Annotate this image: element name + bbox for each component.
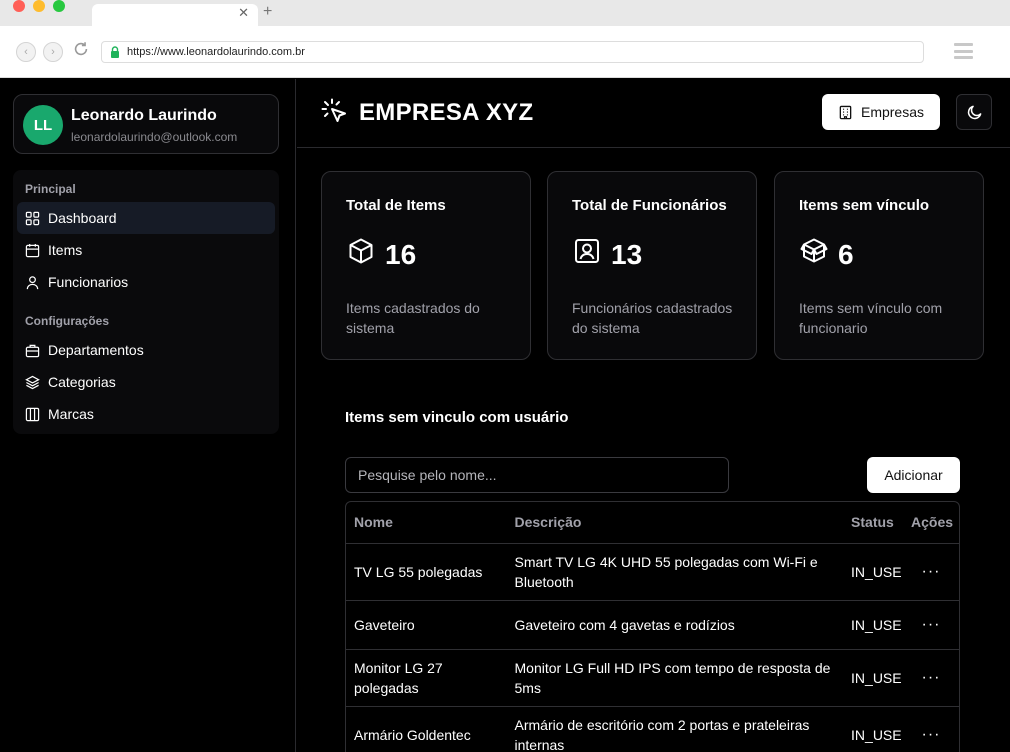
browser-menu-icon[interactable] <box>954 43 973 59</box>
empresas-button-label: Empresas <box>860 104 925 120</box>
box-icon <box>349 238 373 264</box>
table-row[interactable]: Monitor LG 27 polegadas Monitor LG Full … <box>346 649 959 707</box>
cell-name: Monitor LG 27 polegadas <box>346 649 507 707</box>
sidebar-item-label: Departamentos <box>48 342 144 358</box>
stat-card-total-items: Total de Items 16 Items cadastrados do s… <box>321 171 531 360</box>
cell-description: Monitor LG Full HD IPS com tempo de resp… <box>506 649 844 707</box>
cell-name: Gaveteiro <box>346 600 507 650</box>
sidebar-item-label: Funcionarios <box>48 274 129 290</box>
cell-description: Smart TV LG 4K UHD 55 polegadas com Wi-F… <box>506 543 844 601</box>
sidebar-item-departamentos[interactable]: Departamentos <box>17 334 275 366</box>
sidebar-item-marcas[interactable]: Marcas <box>17 398 275 430</box>
cell-status: IN_USE <box>843 543 904 601</box>
grid-icon <box>25 211 40 225</box>
close-window-button[interactable] <box>13 0 25 12</box>
cell-status: IN_USE <box>843 600 904 650</box>
user-profile-card[interactable]: LL Leonardo Laurindo leonardolaurindo@ou… <box>13 94 279 154</box>
calendar-icon <box>25 243 40 257</box>
cell-name: Armário Goldentec <box>346 706 507 752</box>
search-input[interactable] <box>345 457 729 493</box>
card-description: Items sem vínculo com funcionario <box>799 300 943 336</box>
row-actions-icon[interactable]: ··· <box>903 649 959 707</box>
profile-email: leonardolaurindo@outlook.com <box>71 130 238 144</box>
card-value: 13 <box>611 239 643 270</box>
brand-name: EMPRESA XYZ <box>359 99 534 126</box>
minimize-window-button[interactable] <box>33 0 45 12</box>
browser-toolbar: ‹ › https://www.leonardolaurindo.com.br <box>0 26 1010 78</box>
moon-icon <box>967 105 981 119</box>
cell-description: Gaveteiro com 4 gavetas e rodízios <box>506 600 844 650</box>
briefcase-icon <box>25 344 40 357</box>
layers-icon <box>25 375 40 389</box>
cursor-click-icon <box>321 98 346 122</box>
contact-icon <box>575 239 599 263</box>
new-tab-icon[interactable]: + <box>263 3 272 21</box>
lock-icon <box>111 46 119 58</box>
row-actions-icon[interactable]: ··· <box>903 600 959 650</box>
row-actions-icon[interactable]: ··· <box>903 706 959 752</box>
cell-description: Armário de escritório com 2 portas e pra… <box>506 706 844 752</box>
browser-tab-bar: ✕ + <box>0 0 1010 26</box>
stat-card-total-funcionarios: Total de Funcionários 13 Funcionários ca… <box>547 171 757 360</box>
profile-name: Leonardo Laurindo <box>71 107 217 124</box>
address-bar[interactable]: https://www.leonardolaurindo.com.br <box>101 41 924 63</box>
column-header-acoes: Ações <box>903 502 959 544</box>
empresas-button[interactable]: Empresas <box>822 94 940 130</box>
card-title: Total de Items <box>346 197 446 214</box>
table-row[interactable]: TV LG 55 polegadas Smart TV LG 4K UHD 55… <box>346 543 959 601</box>
top-header: EMPRESA XYZ Empresas <box>297 79 1010 148</box>
sidebar-nav: Principal Dashboard Items Funcionarios C… <box>13 170 279 434</box>
maximize-window-button[interactable] <box>53 0 65 12</box>
sidebar-item-label: Categorias <box>48 374 116 390</box>
nav-section-configuracoes: Configurações <box>25 314 110 328</box>
table-row[interactable]: Gaveteiro Gaveteiro com 4 gavetas e rodí… <box>346 600 959 650</box>
cell-status: IN_USE <box>843 649 904 707</box>
card-description: Funcionários cadastrados do sistema <box>572 300 733 336</box>
avatar: LL <box>23 105 63 145</box>
url-text: https://www.leonardolaurindo.com.br <box>127 46 305 58</box>
cell-name: TV LG 55 polegadas <box>346 543 507 601</box>
building-icon <box>839 105 852 119</box>
card-value: 6 <box>838 239 854 270</box>
theme-toggle-button[interactable] <box>956 94 992 130</box>
package-open-icon <box>800 238 828 263</box>
card-title: Items sem vínculo <box>799 197 930 214</box>
column-header-descricao[interactable]: Descrição <box>506 502 844 544</box>
row-actions-icon[interactable]: ··· <box>903 543 959 601</box>
table-row[interactable]: Armário Goldentec Armário de escritório … <box>346 706 959 752</box>
nav-section-principal: Principal <box>25 182 76 196</box>
cell-status: IN_USE <box>843 706 904 752</box>
items-table: Nome Descrição Status Ações TV LG 55 pol… <box>345 501 960 752</box>
back-button[interactable]: ‹ <box>16 42 36 62</box>
sidebar-item-label: Items <box>48 242 83 258</box>
tab-close-icon[interactable]: ✕ <box>238 5 249 21</box>
column-header-status[interactable]: Status <box>843 502 904 544</box>
section-title: Items sem vinculo com usuário <box>345 409 569 426</box>
table-header-row: Nome Descrição Status Ações <box>346 502 959 544</box>
sidebar-item-categorias[interactable]: Categorias <box>17 366 275 398</box>
sidebar-item-funcionarios[interactable]: Funcionarios <box>17 266 275 298</box>
sidebar: LL Leonardo Laurindo leonardolaurindo@ou… <box>0 79 296 752</box>
stat-card-items-sem-vinculo: Items sem vínculo 6 Items sem vínculo co… <box>774 171 984 360</box>
browser-tab[interactable]: ✕ <box>92 4 258 26</box>
sidebar-item-label: Marcas <box>48 406 94 422</box>
card-description: Items cadastrados do sistema <box>346 300 480 336</box>
card-value: 16 <box>385 239 417 270</box>
sidebar-item-dashboard[interactable]: Dashboard <box>17 202 275 234</box>
forward-button[interactable]: › <box>43 42 63 62</box>
window-controls <box>13 0 65 12</box>
sidebar-item-items[interactable]: Items <box>17 234 275 266</box>
reload-icon[interactable] <box>72 40 90 58</box>
user-icon <box>26 275 39 289</box>
columns-icon <box>25 407 40 421</box>
column-header-nome[interactable]: Nome <box>346 502 507 544</box>
add-button[interactable]: Adicionar <box>867 457 960 493</box>
card-title: Total de Funcionários <box>572 197 727 214</box>
sidebar-item-label: Dashboard <box>48 210 117 226</box>
